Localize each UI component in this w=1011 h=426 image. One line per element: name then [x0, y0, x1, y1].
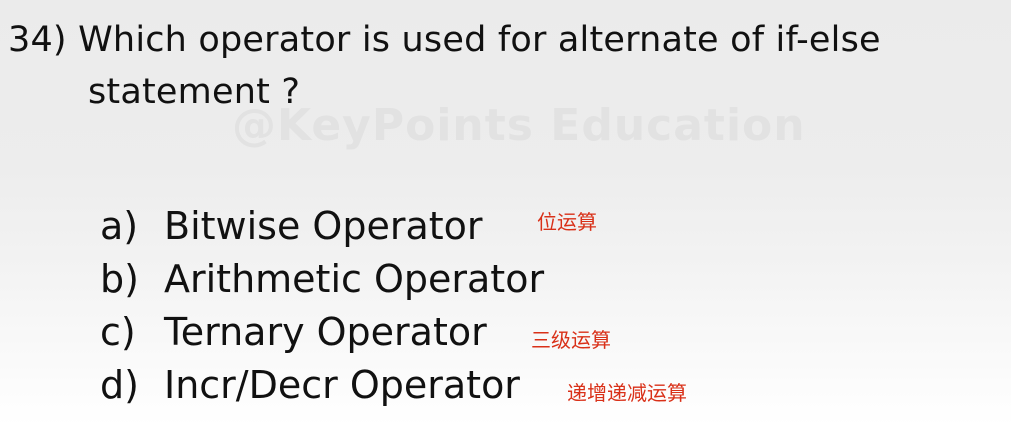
- option-c[interactable]: c) Ternary Operator: [100, 306, 487, 358]
- option-letter: d): [100, 363, 139, 407]
- option-text: Incr/Decr Operator: [164, 363, 520, 407]
- option-letter: c): [100, 310, 136, 354]
- option-text: Arithmetic Operator: [164, 257, 545, 301]
- option-text: Ternary Operator: [164, 310, 487, 354]
- option-text: Bitwise Operator: [164, 204, 483, 248]
- option-b[interactable]: b) Arithmetic Operator: [100, 253, 544, 305]
- option-c-note: 三级运算: [531, 328, 611, 352]
- option-d[interactable]: d) Incr/Decr Operator: [100, 359, 520, 411]
- question-number: 34): [8, 20, 67, 60]
- option-letter: b): [100, 257, 139, 301]
- option-letter: a): [100, 204, 139, 248]
- watermark: @KeyPoints Education: [232, 100, 806, 151]
- option-a[interactable]: a) Bitwise Operator: [100, 200, 483, 252]
- option-a-note: 位运算: [537, 210, 597, 234]
- question-line-1: Which operator is used for alternate of …: [78, 20, 881, 60]
- option-d-note: 递增递减运算: [567, 381, 687, 405]
